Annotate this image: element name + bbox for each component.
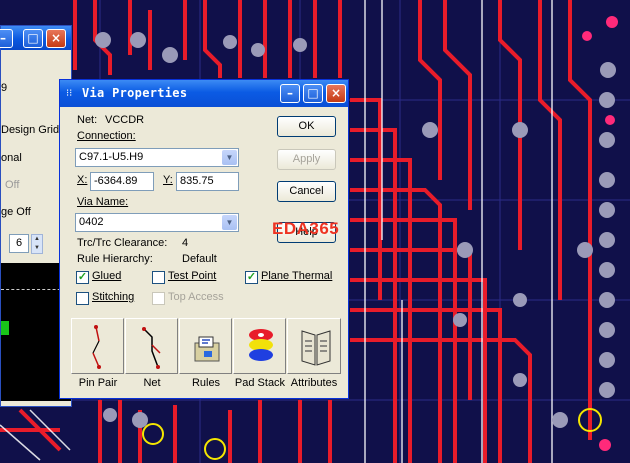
spin-value-field[interactable]: 6	[9, 234, 29, 253]
stitching-checkbox[interactable]	[76, 292, 89, 305]
glued-label: Glued	[92, 270, 122, 282]
rules-label: Rules	[191, 377, 221, 389]
test-point-checkbox[interactable]	[152, 271, 165, 284]
partial-off-label: ge Off	[1, 206, 31, 218]
ok-button[interactable]: OK	[277, 116, 336, 137]
spin-arrows-icon[interactable]: ▲ ▼	[31, 234, 43, 254]
close-icon[interactable]: ×	[326, 84, 346, 103]
attributes-button[interactable]	[287, 318, 341, 374]
net-icon	[142, 327, 161, 369]
window-menu-icon[interactable]: ⁝⁝	[66, 88, 72, 99]
off-label: Off	[5, 179, 20, 191]
partial-option-label: onal	[1, 152, 22, 164]
clearance-label: Trc/Trc Clearance:	[77, 237, 168, 249]
chevron-down-icon[interactable]: ▼	[222, 215, 237, 230]
x-coordinate-field[interactable]: -6364.89	[90, 172, 154, 191]
pin-pair-button[interactable]	[71, 318, 124, 374]
net-tool-label: Net	[143, 377, 161, 389]
via-name-value: 0402	[79, 216, 104, 228]
maximize-icon[interactable]: □	[303, 84, 323, 103]
top-access-checkbox[interactable]	[152, 292, 165, 305]
chevron-down-icon[interactable]: ▼	[222, 150, 237, 165]
rules-icon	[194, 336, 220, 362]
rules-button[interactable]	[179, 318, 232, 374]
pin-pair-icon	[92, 325, 101, 369]
pad-stack-button[interactable]	[233, 318, 286, 374]
cancel-button[interactable]: Cancel	[277, 181, 336, 202]
net-value: VCCDR	[105, 114, 145, 126]
via-name-label: Via Name:	[77, 196, 129, 208]
connection-value: C97.1-U5.H9	[79, 151, 144, 163]
dialog-titlebar[interactable]: ⁝⁝ Via Properties – □ ×	[60, 80, 348, 107]
x-label: X:	[77, 174, 88, 186]
net-label: Net:	[77, 114, 98, 126]
pad-stack-icon	[249, 329, 273, 361]
connection-select[interactable]: C97.1-U5.H9 ▼	[75, 148, 239, 167]
net-button[interactable]	[125, 318, 178, 374]
plane-thermal-checkbox[interactable]: ✓	[245, 271, 258, 284]
pad-stack-label: Pad Stack	[234, 377, 286, 389]
attributes-icon	[301, 330, 331, 366]
clearance-value: 4	[182, 237, 189, 249]
test-point-label: Test Point	[168, 270, 217, 282]
maximize-icon[interactable]: □	[23, 29, 43, 48]
dialog-title: Via Properties	[82, 86, 188, 100]
green-marker	[1, 321, 9, 335]
top-access-label: Top Access	[168, 291, 224, 303]
rule-hierarchy-value: Default	[182, 253, 217, 265]
y-label: Y:	[163, 174, 173, 186]
apply-button[interactable]: Apply	[277, 149, 336, 170]
rule-hierarchy-label: Rule Hierarchy:	[77, 253, 153, 265]
connection-label: Connection:	[77, 130, 136, 142]
glued-checkbox[interactable]: ✓	[76, 271, 89, 284]
watermark-text: EDA365	[272, 219, 340, 238]
plane-thermal-label: Plane Thermal	[261, 270, 333, 282]
pin-pair-label: Pin Pair	[78, 377, 118, 389]
y-coordinate-field[interactable]: 835.75	[176, 172, 239, 191]
via-name-select[interactable]: 0402 ▼	[75, 213, 239, 232]
minimize-icon[interactable]: –	[0, 29, 13, 48]
background-window-titlebar[interactable]: – □ ×	[0, 26, 71, 50]
minimize-icon[interactable]: –	[280, 84, 300, 103]
via-properties-dialog: ⁝⁝ Via Properties – □ × Net: VCCDR Conne…	[59, 79, 349, 399]
stitching-label: Stitching	[92, 291, 135, 303]
partial-text: 9	[1, 82, 8, 94]
attributes-label: Attributes	[290, 377, 338, 389]
design-grid-label: Design Grid	[1, 124, 60, 136]
close-icon[interactable]: ×	[46, 29, 66, 48]
